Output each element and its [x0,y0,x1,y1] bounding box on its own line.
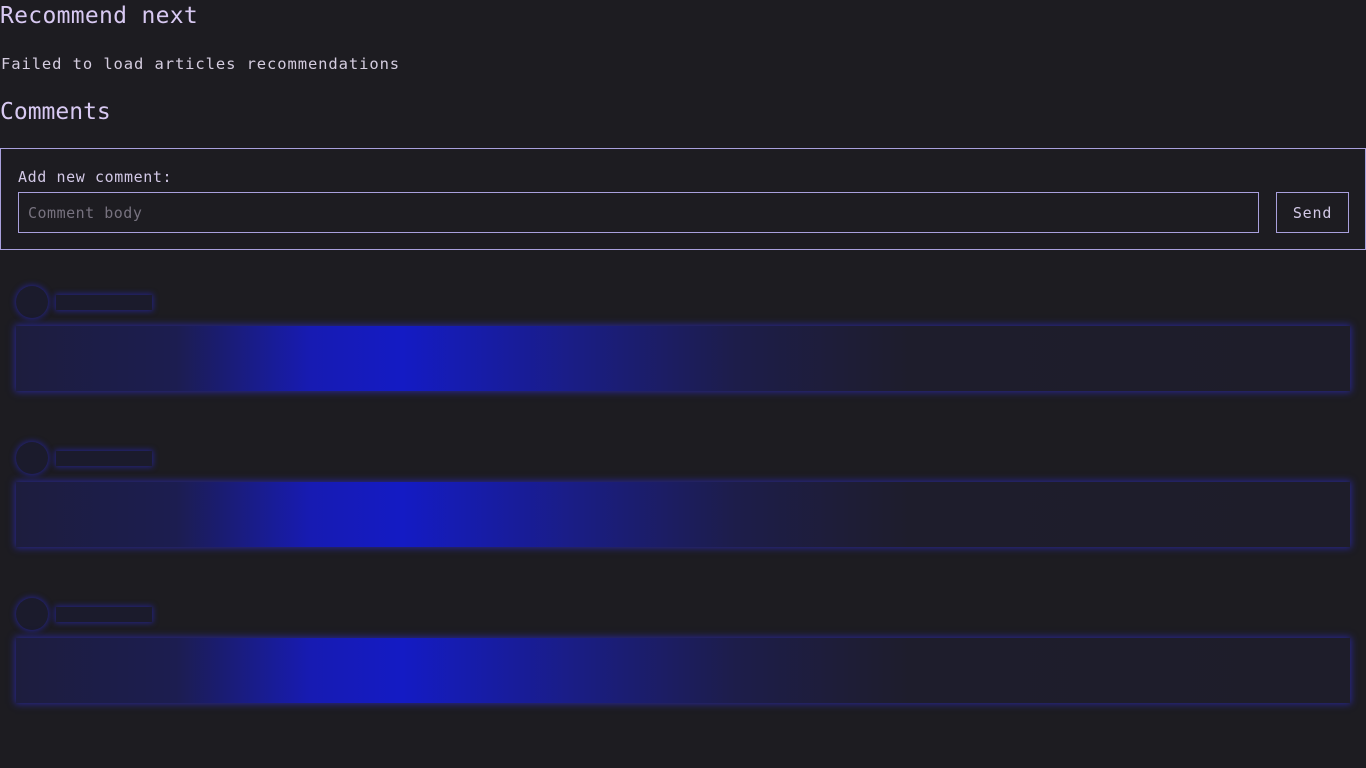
avatar-placeholder [16,442,48,474]
author-name-placeholder [56,451,152,466]
comment-body-placeholder [16,482,1350,547]
comment-form-label: Add new comment: [18,168,173,186]
comments-heading: Comments [0,99,111,125]
author-name-placeholder [56,607,152,622]
author-name-placeholder [56,295,152,310]
avatar-placeholder [16,598,48,630]
comment-body-placeholder [16,638,1350,703]
recommend-heading: Recommend next [0,3,199,29]
comment-body-input[interactable] [18,192,1259,233]
comment-body-placeholder [16,326,1350,391]
send-button[interactable]: Send [1276,192,1349,233]
comment-skeleton [0,286,1366,406]
recommendations-error: Failed to load articles recommendations [1,55,401,73]
comment-skeleton [0,598,1366,718]
comment-skeleton [0,442,1366,562]
avatar-placeholder [16,286,48,318]
article-page: Recommend next Failed to load articles r… [0,0,1366,768]
comment-form: Add new comment: Send [0,148,1366,250]
